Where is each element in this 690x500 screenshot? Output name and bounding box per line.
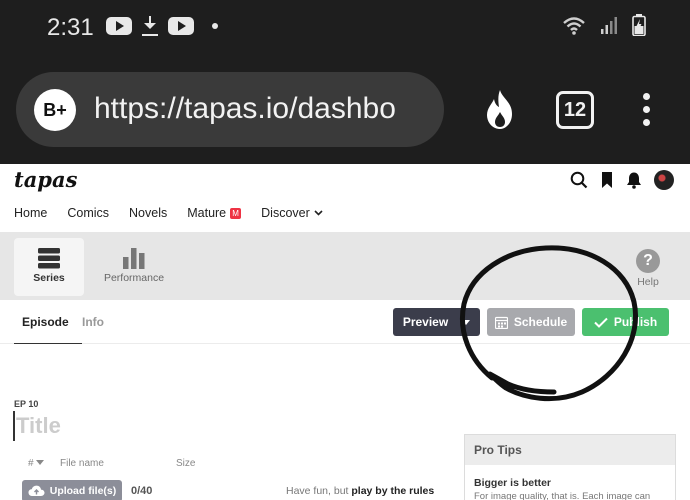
nav-discover-label: Discover bbox=[261, 206, 310, 220]
notification-icons bbox=[106, 16, 218, 36]
youtube-icon bbox=[106, 17, 132, 35]
rules-prefix: Have fun, but bbox=[286, 485, 352, 497]
nav-mature-label: Mature bbox=[187, 206, 227, 220]
caret-down-icon bbox=[462, 319, 471, 325]
nav-home-label: Home bbox=[14, 206, 48, 220]
sort-number-column[interactable]: # bbox=[28, 458, 60, 469]
series-stack-icon bbox=[38, 248, 60, 269]
main-nav: Home Comics Novels Mature M Discover bbox=[14, 206, 343, 220]
nav-home[interactable]: Home bbox=[14, 206, 47, 220]
youtube-icon bbox=[168, 17, 194, 35]
system-icons bbox=[562, 14, 646, 36]
avatar[interactable] bbox=[654, 170, 674, 190]
search-icon[interactable] bbox=[570, 171, 588, 189]
publish-label: Publish bbox=[613, 315, 658, 329]
nav-novels-label: Novels bbox=[129, 206, 168, 220]
status-bar: 2:31 bbox=[0, 0, 690, 58]
more-notifications-dot-icon bbox=[212, 23, 218, 29]
tab-episode[interactable]: Episode bbox=[14, 315, 82, 344]
checkmark-icon bbox=[594, 317, 608, 328]
rules-notice: Have fun, but play by the rules bbox=[286, 485, 434, 497]
tab-info[interactable]: Info bbox=[82, 315, 104, 329]
pro-tips-body: For image quality, that is. Each image c… bbox=[474, 491, 651, 500]
tab-performance-label: Performance bbox=[103, 272, 165, 284]
download-icon bbox=[142, 16, 158, 36]
tab-series[interactable]: Series bbox=[14, 238, 84, 296]
browser-toolbar: B+ https://tapas.io/dashbo 12 bbox=[0, 58, 690, 164]
editor-tabs-bar: Episode Info Preview Schedule Publish bbox=[0, 300, 690, 344]
episode-editor: EP 10 # File name Size Upload file(s) 0/… bbox=[0, 345, 690, 500]
browser-menu-icon[interactable] bbox=[643, 93, 651, 127]
help-button[interactable]: ? Help bbox=[636, 249, 660, 288]
mature-badge: M bbox=[230, 207, 242, 219]
number-column-label: # bbox=[28, 458, 34, 469]
address-bar[interactable]: B+ https://tapas.io/dashbo bbox=[16, 72, 444, 147]
nav-novels[interactable]: Novels bbox=[129, 206, 167, 220]
bar-chart-icon bbox=[123, 248, 145, 269]
tab-series-label: Series bbox=[33, 272, 65, 284]
caret-down-icon bbox=[36, 460, 45, 465]
title-input[interactable] bbox=[13, 411, 313, 441]
url-text[interactable]: https://tapas.io/dashbo bbox=[94, 92, 434, 126]
schedule-label: Schedule bbox=[513, 315, 568, 329]
site-info-badge[interactable]: B+ bbox=[34, 89, 76, 131]
fire-icon[interactable] bbox=[482, 88, 518, 132]
cloud-upload-icon bbox=[28, 485, 45, 496]
status-time: 2:31 bbox=[47, 14, 94, 41]
wifi-icon bbox=[563, 17, 585, 35]
rules-link[interactable]: play by the rules bbox=[351, 485, 434, 497]
tapas-logo[interactable]: tapas bbox=[14, 167, 77, 192]
schedule-button[interactable]: Schedule bbox=[487, 308, 575, 336]
battery-charging-icon bbox=[632, 14, 646, 36]
signal-icon bbox=[601, 17, 617, 34]
header-actions bbox=[570, 170, 674, 190]
pro-tips-heading: Pro Tips bbox=[465, 435, 675, 465]
preview-label: Preview bbox=[402, 315, 449, 329]
site-header: tapas Home Comics Novels Mature M Discove… bbox=[0, 164, 690, 232]
dashboard-toolbar: Series Performance ? Help bbox=[0, 232, 690, 300]
help-label: Help bbox=[637, 276, 659, 288]
file-list-header: # File name Size bbox=[28, 458, 195, 469]
nav-discover[interactable]: Discover bbox=[261, 206, 323, 220]
nav-comics-label: Comics bbox=[67, 206, 110, 220]
upload-label: Upload file(s) bbox=[49, 485, 117, 497]
calendar-icon bbox=[494, 316, 508, 329]
episode-number-label: EP 10 bbox=[14, 399, 39, 409]
size-column-label: Size bbox=[176, 458, 196, 469]
nav-comics[interactable]: Comics bbox=[67, 206, 109, 220]
publish-button[interactable]: Publish bbox=[582, 308, 669, 336]
bookmark-icon[interactable] bbox=[600, 171, 614, 189]
pro-tips-subheading: Bigger is better bbox=[474, 477, 552, 489]
upload-files-button[interactable]: Upload file(s) bbox=[22, 480, 122, 500]
file-name-column-label: File name bbox=[60, 458, 104, 469]
tab-switcher-button[interactable]: 12 bbox=[556, 91, 594, 129]
pro-tips-panel: Pro Tips Bigger is better For image qual… bbox=[464, 434, 676, 500]
nav-mature[interactable]: Mature M bbox=[187, 206, 242, 220]
bell-icon[interactable] bbox=[626, 171, 642, 189]
preview-button[interactable]: Preview bbox=[393, 308, 480, 336]
tab-performance[interactable]: Performance bbox=[98, 238, 170, 296]
upload-count: 0/40 bbox=[131, 485, 153, 497]
chevron-down-icon bbox=[314, 210, 323, 216]
help-icon: ? bbox=[636, 249, 660, 273]
